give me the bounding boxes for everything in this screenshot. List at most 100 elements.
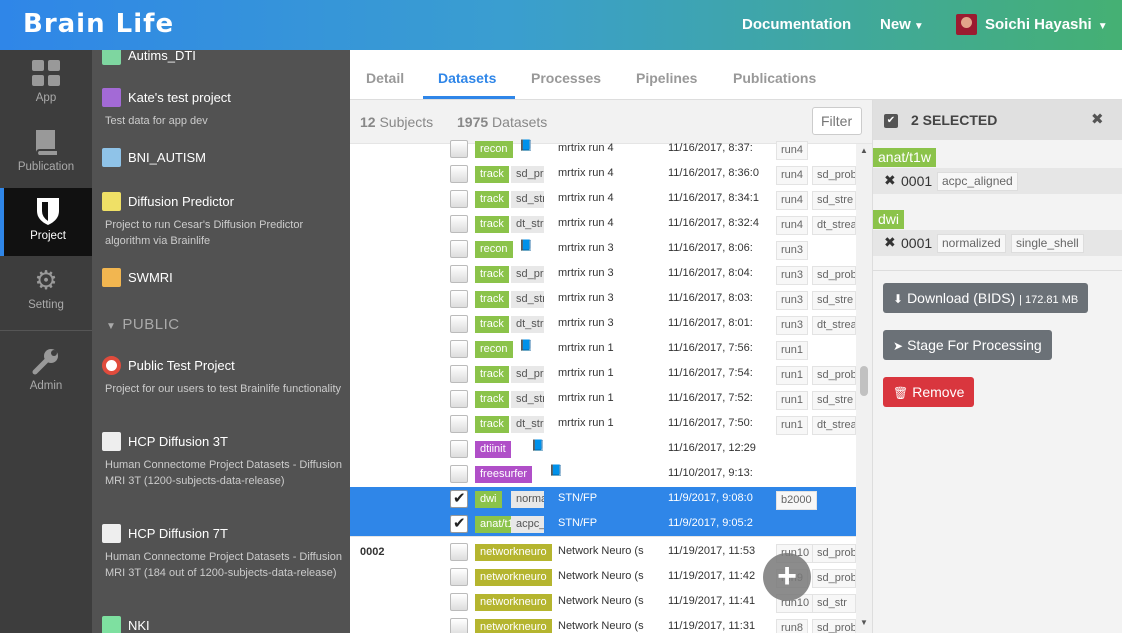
tab-pipelines[interactable]: Pipelines [636, 70, 697, 86]
remove-button[interactable]: 🗑 Remove [883, 377, 975, 407]
documentation-link[interactable]: Documentation [742, 16, 851, 33]
checkbox-icon: ✔ [884, 114, 898, 128]
new-menu[interactable]: New ▼ [880, 16, 924, 33]
tab-publications[interactable]: Publications [733, 70, 816, 86]
row-checkbox[interactable] [450, 265, 468, 283]
row-checkbox[interactable] [450, 140, 468, 158]
dataset-tag: sd_prob [511, 366, 544, 383]
remove-item-icon[interactable]: ✖ [884, 234, 896, 251]
table-row[interactable]: recon 📘 mrtrix run 1 11/16/2017, 7:56: run1 [350, 337, 856, 362]
table-row[interactable]: dwi normalized STN/FP 11/9/2017, 9:08:0 b200… [350, 487, 856, 512]
row-checkbox[interactable] [450, 240, 468, 258]
dataset-tag: run3 [776, 316, 809, 335]
trash-icon: 🗑 [893, 386, 909, 400]
datatype-badge: track [475, 416, 509, 433]
remove-item-icon[interactable]: ✖ [884, 172, 896, 189]
row-checkbox[interactable] [450, 340, 468, 358]
table-row[interactable]: tracksd_probmrtrix run 411/16/2017, 8:36… [350, 162, 856, 187]
row-checkbox[interactable] [450, 440, 468, 458]
project-item[interactable]: BNI_AUTISM [102, 148, 342, 167]
project-name: Public Test Project [128, 358, 235, 373]
row-checkbox[interactable] [450, 618, 468, 633]
table-row[interactable]: networkneuro Network Neuro (s 11/19/2017, … [350, 615, 856, 633]
row-checkbox[interactable] [450, 489, 468, 508]
row-checkbox[interactable] [450, 390, 468, 408]
dataset-tag: dt_strea [812, 316, 856, 335]
stage-for-processing-button[interactable]: ➤ Stage For Processing [883, 330, 1052, 360]
project-description: Human Connectome Project Datasets - Diff… [105, 459, 343, 487]
row-checkbox[interactable] [450, 415, 468, 433]
dataset-date: 11/19/2017, 11:41 [668, 595, 756, 607]
project-item[interactable]: Diffusion Predictor Project to run Cesar… [102, 192, 342, 249]
active-tab-indicator [423, 96, 515, 99]
table-row[interactable]: trackdt_stream mrtrix run 1 11/16/2017, 7:… [350, 412, 856, 437]
nav-app[interactable]: App [0, 50, 92, 118]
dataset-date: 11/16/2017, 8:06: [668, 242, 753, 254]
brand-logo[interactable]: Brain Life [23, 9, 174, 39]
project-item[interactable]: Autims_DTI [102, 50, 342, 65]
row-checkbox[interactable] [450, 190, 468, 208]
row-checkbox[interactable] [450, 543, 468, 561]
row-checkbox[interactable] [450, 465, 468, 483]
table-row[interactable]: tracksd_probmrtrix run 311/16/2017, 8:04… [350, 262, 856, 287]
row-checkbox[interactable] [450, 365, 468, 383]
clear-selection-close-icon[interactable]: ✖ [1091, 110, 1104, 128]
project-item[interactable]: NKI [102, 616, 342, 633]
tab-processes[interactable]: Processes [531, 70, 601, 86]
table-row[interactable]: dtiinit 📘 11/16/2017, 12:29 [350, 437, 856, 462]
project-avatar-icon [102, 50, 121, 65]
project-avatar-icon [102, 88, 121, 107]
table-row[interactable]: recon 📘 mrtrix run 3 11/16/2017, 8:06: run3 [350, 237, 856, 262]
project-avatar-icon [102, 268, 121, 287]
table-row[interactable]: trackdt_stream mrtrix run 3 11/16/2017, 8:… [350, 312, 856, 337]
nav-project[interactable]: Project [0, 188, 92, 256]
row-checkbox[interactable] [450, 514, 468, 533]
row-checkbox[interactable] [450, 215, 468, 233]
filter-input[interactable] [812, 107, 862, 135]
table-row[interactable]: tracksd_stream mrtrix run 1 11/16/2017, 7:… [350, 387, 856, 412]
row-checkbox[interactable] [450, 593, 468, 611]
datatype-badge: track [475, 216, 509, 233]
nav-publication[interactable]: Publication [0, 119, 92, 187]
scroll-thumb[interactable] [860, 366, 868, 396]
grid-icon [31, 58, 61, 88]
project-description: Test data for app dev [105, 115, 208, 127]
row-checkbox[interactable] [450, 568, 468, 586]
row-checkbox[interactable] [450, 315, 468, 333]
datatype-badge: dwi [475, 491, 502, 508]
download-bids-button[interactable]: ⬇ Download (BIDS) | 172.81 MB [883, 283, 1089, 313]
new-menu-label: New [880, 16, 911, 33]
project-list: Autims_DTI Kate's test project Test data… [92, 50, 350, 633]
project-item[interactable]: SWMRI [102, 268, 342, 287]
row-checkbox[interactable] [450, 165, 468, 183]
row-checkbox[interactable] [450, 290, 468, 308]
table-row[interactable]: freesurfer 📘 11/10/2017, 9:13: [350, 462, 856, 487]
table-row[interactable]: trackdt_stream mrtrix run 4 11/16/2017, 8:… [350, 212, 856, 237]
table-row[interactable]: tracksd_stream mrtrix run 3 11/16/2017, 8:… [350, 287, 856, 312]
project-item[interactable]: Kate's test project Test data for app de… [102, 88, 342, 129]
table-row[interactable]: recon 📘 mrtrix run 4 11/16/2017, 8:37: run4 [350, 137, 856, 162]
nav-admin[interactable]: Admin [0, 338, 92, 406]
dataset-tag: run4 [776, 191, 809, 210]
datasets-scrollbar[interactable]: ▲ ▼ [856, 144, 872, 633]
add-fab-button[interactable]: + [763, 553, 811, 601]
scroll-up-icon[interactable]: ▲ [860, 146, 868, 155]
dataset-date: 11/16/2017, 8:32:4 [668, 217, 759, 229]
tab-datasets[interactable]: Datasets [438, 70, 496, 86]
tab-detail[interactable]: Detail [366, 70, 404, 86]
project-avatar-icon [102, 432, 121, 451]
datatype-badge: track [475, 166, 509, 183]
project-item[interactable]: Public Test Project Project for our user… [102, 356, 342, 397]
table-row[interactable]: tracksd_probmrtrix run 111/16/2017, 7:54… [350, 362, 856, 387]
project-item[interactable]: HCP Diffusion 3T Human Connectome Projec… [102, 432, 342, 489]
public-section-heading[interactable]: ▼ PUBLIC [106, 316, 180, 333]
nav-setting[interactable]: ⚙ Setting [0, 257, 92, 325]
avatar[interactable] [956, 14, 977, 35]
datatype-badge: recon [475, 241, 513, 258]
table-row[interactable]: anat/t1wacpc_alignedSTN/FP11/9/2017, 9:0… [350, 512, 856, 537]
user-menu[interactable]: Soichi Hayashi ▼ [985, 16, 1108, 33]
scroll-down-icon[interactable]: ▼ [860, 618, 868, 627]
project-item[interactable]: HCP Diffusion 7T Human Connectome Projec… [102, 524, 342, 581]
remove-label: Remove [912, 384, 965, 400]
table-row[interactable]: tracksd_stream mrtrix run 4 11/16/2017, 8:… [350, 187, 856, 212]
